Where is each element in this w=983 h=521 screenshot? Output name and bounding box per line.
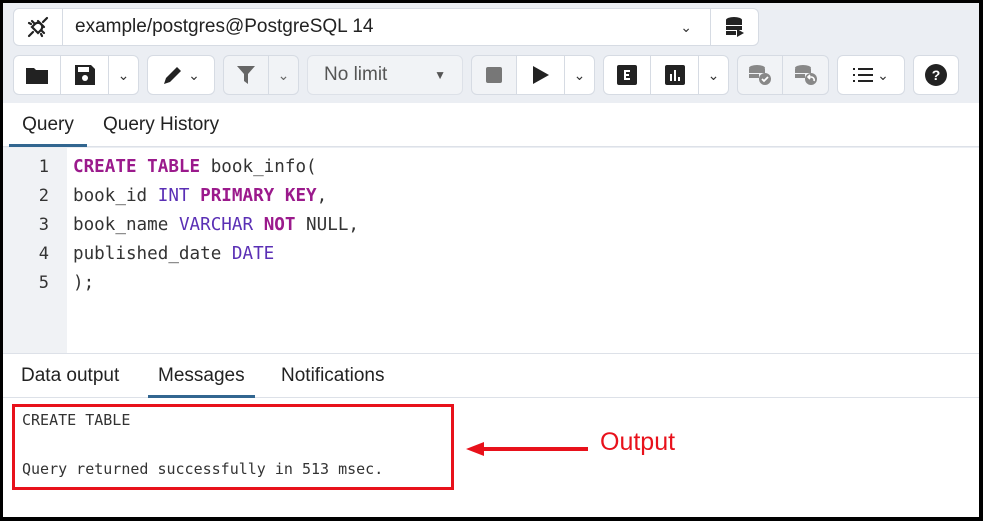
macros-button[interactable]: ⌄ (837, 55, 905, 95)
toolbar: ⌄ ⌄ ⌄ No limit ▼ ⌄ ⌄ ⌄ ? (13, 55, 959, 95)
messages-panel: CREATE TABLE Query returned successfully… (3, 398, 979, 517)
tab-messages[interactable]: Messages (148, 354, 255, 398)
filter-icon (237, 66, 255, 84)
sql-text: published_date (73, 244, 232, 264)
code-line: book_name VARCHAR NOT NULL, (73, 215, 359, 235)
line-number: 4 (38, 244, 49, 264)
row-limit-select[interactable]: No limit ▼ (307, 55, 463, 95)
execute-options-button[interactable]: ⌄ (565, 55, 595, 95)
filter-options-button[interactable]: ⌄ (269, 55, 299, 95)
connection-label: example/postgres@PostgreSQL 14 (75, 16, 374, 37)
tab-query[interactable]: Query (9, 103, 87, 147)
save-options-button[interactable]: ⌄ (109, 55, 139, 95)
help-button[interactable]: ? (913, 55, 959, 95)
help-icon: ? (925, 64, 947, 86)
tab-query-label: Query (22, 114, 74, 135)
commit-button[interactable] (737, 55, 783, 95)
connection-bar: example/postgres@PostgreSQL 14 ⌄ (13, 8, 759, 46)
tab-data-output[interactable]: Data output (21, 354, 119, 398)
sql-type: VARCHAR (178, 215, 254, 235)
explain-button[interactable] (603, 55, 651, 95)
tab-notifications-label: Notifications (281, 365, 385, 386)
chevron-down-icon: ⌄ (573, 66, 586, 83)
connection-select[interactable]: example/postgres@PostgreSQL 14 ⌄ (63, 8, 711, 46)
line-number: 5 (38, 273, 49, 293)
sql-text: book_id (73, 186, 158, 206)
play-icon (532, 66, 549, 84)
stop-button[interactable] (471, 55, 517, 95)
line-number: 1 (38, 157, 49, 177)
tab-data-output-label: Data output (21, 365, 120, 386)
sql-type: DATE (231, 244, 275, 264)
pencil-icon (164, 67, 182, 84)
query-tool-window: example/postgres@PostgreSQL 14 ⌄ ⌄ ⌄ ⌄ N… (3, 3, 979, 517)
chevron-down-icon: ⌄ (188, 66, 200, 83)
tab-messages-label: Messages (158, 365, 245, 386)
code-line: CREATE TABLE book_info( (73, 157, 317, 177)
database-commit-icon (749, 65, 771, 85)
execute-button[interactable] (517, 55, 565, 95)
chart-icon (664, 65, 685, 85)
code-line: ); (73, 273, 94, 293)
highlight-box (12, 404, 454, 490)
sql-text: book_name (73, 215, 179, 235)
sql-keyword: NOT (263, 215, 296, 235)
code-line: published_date DATE (73, 244, 274, 264)
output-tabs: Data output Messages Notifications (3, 353, 979, 398)
tab-query-history[interactable]: Query History (103, 103, 219, 147)
sql-editor[interactable]: 1 CREATE TABLE book_info( 2 book_id INT PRI… (3, 148, 979, 353)
chevron-down-icon: ⌄ (877, 66, 889, 83)
save-icon (74, 65, 95, 85)
code-line: book_id INT PRIMARY KEY, (73, 186, 327, 206)
chevron-down-icon: ⌄ (117, 66, 130, 83)
execute-server-button[interactable] (711, 8, 759, 46)
tab-query-history-label: Query History (103, 114, 220, 135)
database-rollback-icon (794, 65, 817, 85)
plug-disconnect-icon (27, 16, 49, 38)
folder-icon (26, 68, 48, 84)
sql-text: ); (73, 273, 95, 293)
chevron-down-icon: ⌄ (277, 66, 290, 83)
database-execute-icon (725, 17, 744, 37)
rollback-button[interactable] (783, 55, 829, 95)
tab-notifications[interactable]: Notifications (281, 354, 385, 398)
sql-text: , (316, 186, 328, 206)
list-ordered-icon (853, 68, 874, 82)
chevron-down-icon: ⌄ (680, 18, 692, 35)
sql-keyword: PRIMARY KEY (200, 186, 317, 206)
sql-text: book_info( (200, 157, 317, 177)
explain-analyze-button[interactable] (651, 55, 699, 95)
chevron-down-icon: ⌄ (707, 66, 720, 83)
sql-type: INT (157, 186, 190, 206)
save-file-button[interactable] (61, 55, 109, 95)
line-number: 2 (38, 186, 49, 206)
stop-icon (486, 67, 502, 83)
filter-button[interactable] (223, 55, 269, 95)
output-annotation: Output (600, 428, 676, 456)
caret-down-icon: ▼ (434, 68, 446, 82)
explain-icon (617, 65, 637, 85)
explain-options-button[interactable]: ⌄ (699, 55, 729, 95)
line-number: 3 (38, 215, 49, 235)
svg-text:?: ? (932, 67, 941, 83)
edit-button[interactable]: ⌄ (147, 55, 215, 95)
open-file-button[interactable] (13, 55, 61, 95)
query-tabs: Query Query History (3, 103, 979, 147)
sql-keyword: CREATE TABLE (73, 157, 201, 177)
connection-status-button[interactable] (13, 8, 63, 46)
arrow-left-icon (466, 442, 588, 456)
row-limit-value: No limit (324, 64, 388, 85)
sql-text: NULL, (295, 215, 360, 235)
